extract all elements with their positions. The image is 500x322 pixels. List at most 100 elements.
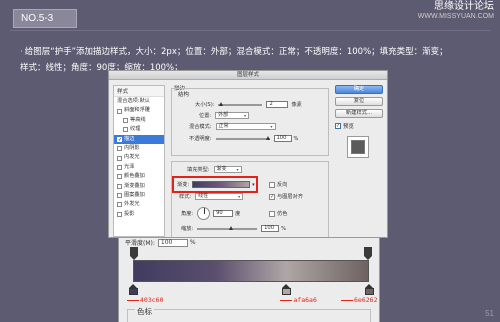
opacity-input[interactable]: 100 [273, 135, 292, 142]
size-slider[interactable] [218, 101, 263, 106]
style-value: 线性 [198, 193, 209, 199]
size-slider-knob[interactable] [219, 101, 224, 106]
fill-type-select[interactable]: 渐变 ▾ [213, 166, 242, 173]
style-checkbox[interactable] [117, 108, 122, 114]
style-checkbox[interactable] [117, 193, 122, 199]
gradient-picker[interactable] [192, 181, 251, 188]
style-list-item[interactable]: 混合选项:默认 [114, 97, 164, 106]
size-row: 大小(S): 2 像素 [195, 101, 302, 108]
style-select[interactable]: 线性 ▾ [195, 193, 244, 200]
size-label: 大小(S): [195, 102, 215, 108]
opacity-slider-knob[interactable] [265, 135, 270, 140]
style-row: 样式: 线性 ▾ [179, 193, 244, 200]
angle-row: 角度: 90 度 [181, 207, 240, 220]
style-list-item-label: 纹理 [130, 126, 141, 133]
color-stop-hex: 403c60 [140, 296, 164, 304]
header-divider [10, 30, 490, 31]
instruction-line-1: 给图层“护手”添加描边样式，大小：2px；位置：外部；混合模式：正常；不透明度：… [24, 47, 448, 57]
style-list-item[interactable]: 等高线 [114, 116, 164, 125]
style-list-item-label: 图案叠加 [124, 191, 145, 198]
style-list-item-label: 内阴影 [124, 144, 140, 151]
gradient-ramp[interactable] [133, 260, 369, 282]
color-stop-swatch [281, 288, 291, 295]
style-checkbox[interactable] [117, 211, 122, 217]
style-checkbox[interactable] [117, 202, 122, 208]
style-checkbox[interactable] [117, 183, 122, 189]
scale-slider[interactable] [197, 225, 258, 230]
style-list-item-label: 内发光 [124, 154, 140, 161]
style-list-item[interactable]: ✓ 描边 [114, 134, 164, 144]
color-stop-hex-label: 6e6262 [341, 296, 377, 304]
size-input[interactable]: 2 [266, 101, 289, 108]
style-checkbox[interactable]: ✓ [117, 136, 122, 142]
color-stop[interactable] [364, 284, 374, 296]
angle-label: 角度: [181, 211, 194, 217]
reverse-label: 反向 [277, 182, 288, 188]
style-list-items: 混合选项:默认 斜面和浮雕 等高线纹理 ✓ 描边 内阴影内发光光泽 颜色叠加 渐变叠加图案叠加… [114, 97, 164, 219]
style-list-header: 样式 [114, 86, 164, 97]
opacity-stop-left[interactable] [130, 247, 138, 260]
style-list-item[interactable]: 光泽 [114, 163, 164, 172]
opacity-slider[interactable] [215, 135, 270, 140]
style-checkbox[interactable] [117, 155, 122, 161]
fill-type-label: 填充类型: [187, 167, 210, 173]
style-list-item-label: 等高线 [130, 116, 146, 123]
style-list-item[interactable]: 纹理 [114, 125, 164, 134]
preview-row: ✓ 预览 [335, 122, 383, 130]
scale-slider-knob[interactable] [229, 225, 234, 230]
smoothness-unit: % [189, 239, 196, 246]
hex-label-underline [127, 299, 139, 301]
smoothness-input[interactable]: 100 [157, 238, 188, 247]
color-stop-section-label: 色标 [135, 306, 154, 317]
watermark-url: WWW.MISSYUAN.COM [417, 13, 494, 20]
preview-thumbnail [347, 136, 369, 158]
position-select[interactable]: 外部 ▾ [215, 112, 250, 119]
style-list-item[interactable]: 投影 [114, 210, 164, 219]
angle-dial[interactable] [197, 207, 211, 220]
gradient-row: 渐变: ▾ [177, 181, 255, 188]
style-list-item[interactable]: 颜色叠加 [114, 172, 164, 181]
dither-checkbox[interactable] [269, 210, 275, 217]
opacity-stop-right[interactable] [364, 247, 372, 260]
chevron-down-icon[interactable]: ▾ [252, 182, 255, 188]
color-stop[interactable] [281, 284, 291, 296]
smoothness-row: 平滑度(M): 100 % [125, 238, 196, 247]
dialog-buttons: 确定 复位 新建样式... ✓ 预览 [335, 85, 383, 158]
style-list-item[interactable]: 内发光 [114, 153, 164, 162]
preview-thumbnail-inner [351, 140, 365, 154]
reset-button[interactable]: 复位 [335, 97, 383, 106]
hex-label-underline [341, 299, 353, 301]
color-stop[interactable] [128, 284, 138, 296]
align-with-layer-checkbox[interactable]: ✓ [269, 193, 275, 200]
align-label: 与图层对齐 [277, 194, 303, 200]
style-list-item[interactable]: 内阴影 [114, 144, 164, 153]
style-checkbox[interactable] [117, 146, 122, 152]
chevron-down-icon: ▾ [236, 167, 239, 172]
angle-input[interactable]: 90 [213, 210, 234, 217]
reverse-row: 反向 [269, 181, 287, 188]
reverse-checkbox[interactable] [269, 181, 275, 188]
structure-group [171, 88, 329, 156]
style-list-item[interactable]: 外发光 [114, 200, 164, 209]
ok-button[interactable]: 确定 [335, 85, 383, 94]
position-label: 位置: [199, 113, 212, 119]
opacity-label: 不透明度: [189, 136, 212, 142]
style-list-item-label: 渐变叠加 [124, 182, 145, 189]
new-style-button[interactable]: 新建样式... [335, 109, 383, 118]
style-checkbox[interactable] [117, 164, 122, 170]
style-checkbox[interactable] [123, 117, 128, 123]
opacity-row: 不透明度: 100 % [189, 135, 298, 142]
style-list-item[interactable]: 斜面和浮雕 [114, 106, 164, 115]
blend-mode-select[interactable]: 正常 ▾ [215, 123, 276, 130]
chevron-down-icon: ▾ [270, 124, 273, 129]
scale-input[interactable]: 100 [261, 225, 280, 232]
style-list-item[interactable]: 图案叠加 [114, 191, 164, 200]
style-list-item[interactable]: 渐变叠加 [114, 182, 164, 191]
scale-unit: % [281, 225, 287, 232]
page-number: 51 [485, 309, 494, 318]
chevron-down-icon: ▾ [238, 194, 241, 199]
preview-checkbox[interactable]: ✓ [335, 123, 341, 129]
scale-row: 缩放: 100 % [181, 225, 286, 232]
style-checkbox[interactable] [117, 174, 122, 180]
style-checkbox[interactable] [123, 127, 128, 133]
